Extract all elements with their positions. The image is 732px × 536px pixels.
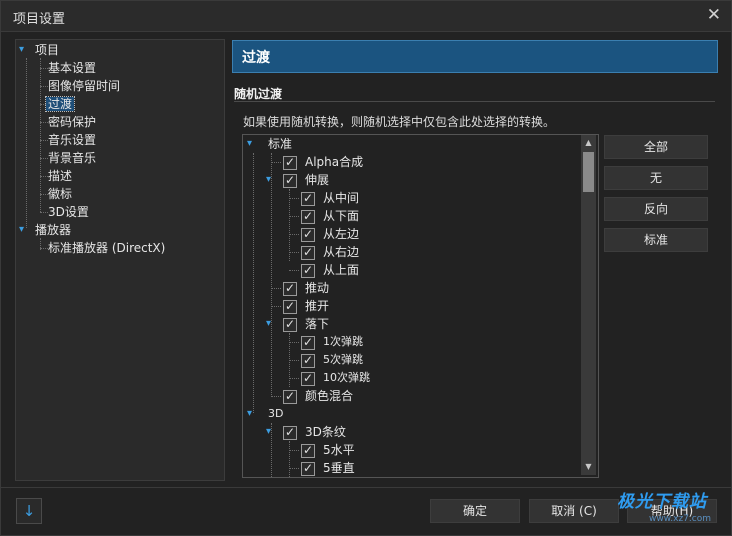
invert-selection-button[interactable]: 反向 — [604, 197, 708, 221]
list-item-from-middle[interactable]: 从中间 — [243, 189, 573, 207]
section-description: 如果使用随机转换，则随机选择中仅包含此处选择的转换。 — [243, 115, 556, 129]
ok-button[interactable]: 确定 — [430, 499, 520, 523]
project-settings-dialog: 项目设置 ✕ ▾ 项目 基本设置 图像停留时间 过渡 密码保护 音乐设置 背景音… — [0, 0, 732, 536]
panel-header: 过渡 — [232, 40, 718, 73]
list-item-5-horizontal[interactable]: 5水平 — [243, 441, 573, 459]
checkbox-checked[interactable] — [283, 171, 297, 189]
checkbox-checked[interactable] — [283, 387, 297, 405]
tree-item-description[interactable]: 描述 — [48, 167, 72, 185]
settings-tree: ▾ 项目 基本设置 图像停留时间 过渡 密码保护 音乐设置 背景音乐 描述 徽标… — [15, 39, 225, 481]
checkbox-checked[interactable] — [283, 423, 297, 441]
tree-root-player-label: 播放器 — [35, 223, 72, 237]
list-item-bounce-1[interactable]: 1次弹跳 — [243, 333, 573, 351]
group-3d-label: 3D — [268, 407, 284, 420]
list-item-5-vertical[interactable]: 5垂直 — [243, 459, 573, 477]
list-item-push[interactable]: 推动 — [243, 279, 573, 297]
list-item-stretch[interactable]: ▾ 伸展 — [243, 171, 573, 189]
tree-item-password[interactable]: 密码保护 — [48, 113, 96, 131]
checkbox-checked[interactable] — [283, 297, 297, 315]
checkbox-checked[interactable] — [283, 279, 297, 297]
list-item-from-top[interactable]: 从上面 — [243, 261, 573, 279]
collapse-icon[interactable]: ▾ — [247, 405, 252, 423]
list-scrollbar[interactable]: ▲ ▼ — [581, 135, 596, 475]
tree-item-transition[interactable]: 过渡 — [44, 95, 76, 113]
collapse-icon[interactable]: ▾ — [19, 41, 24, 59]
collapse-icon[interactable]: ▾ — [19, 221, 24, 239]
checkbox-checked[interactable] — [301, 207, 315, 225]
collapse-icon[interactable]: ▾ — [266, 423, 271, 441]
scrollbar-thumb[interactable] — [583, 152, 594, 192]
list-item-color-blend[interactable]: 颜色混合 — [243, 387, 573, 405]
list-item-push-open[interactable]: 推开 — [243, 297, 573, 315]
tree-item-standard-player[interactable]: 标准播放器 (DirectX) — [48, 239, 165, 257]
checkbox-checked[interactable] — [301, 369, 315, 387]
close-icon[interactable]: ✕ — [707, 5, 721, 25]
tree-item-3d-settings[interactable]: 3D设置 — [48, 203, 89, 221]
list-item-from-bottom[interactable]: 从下面 — [243, 207, 573, 225]
group-standard-label: 标准 — [268, 137, 293, 151]
title-bar: 项目设置 ✕ — [1, 1, 731, 32]
checkbox-checked[interactable] — [301, 243, 315, 261]
select-none-button[interactable]: 无 — [604, 166, 708, 190]
tree-root-project-label: 项目 — [35, 43, 60, 57]
standard-selection-button[interactable]: 标准 — [604, 228, 708, 252]
select-all-button[interactable]: 全部 — [604, 135, 708, 159]
section-title: 随机过渡 — [234, 87, 283, 101]
tree-item-image-duration[interactable]: 图像停留时间 — [48, 77, 120, 95]
list-item-bounce-10[interactable]: 10次弹跳 — [243, 369, 573, 387]
tree-item-music-settings[interactable]: 音乐设置 — [48, 131, 96, 149]
checkbox-checked[interactable] — [283, 153, 297, 171]
checkbox-checked[interactable] — [301, 333, 315, 351]
checkbox-checked[interactable] — [301, 189, 315, 207]
checkbox-checked[interactable] — [301, 441, 315, 459]
scroll-down-icon[interactable]: ▼ — [581, 459, 596, 475]
watermark-url: www.xz7.com — [649, 514, 711, 524]
collapse-icon[interactable]: ▾ — [266, 315, 271, 333]
cancel-button[interactable]: 取消 (C) — [529, 499, 619, 523]
window-title: 项目设置 — [13, 12, 66, 27]
watermark-logo: 极光下载站 — [617, 492, 707, 512]
list-item-drop[interactable]: ▾ 落下 — [243, 315, 573, 333]
list-item-bounce-5[interactable]: 5次弹跳 — [243, 351, 573, 369]
arrow-down-icon[interactable]: ↓ — [16, 498, 42, 524]
collapse-icon[interactable]: ▾ — [266, 171, 271, 189]
transitions-list[interactable]: ▾ 标准 Alpha合成 ▾ 伸展 从中间 从下面 从左边 — [242, 134, 599, 478]
list-item-3d-stripes[interactable]: ▾ 3D条纹 — [243, 423, 573, 441]
checkbox-checked[interactable] — [301, 225, 315, 243]
checkbox-checked[interactable] — [301, 261, 315, 279]
scroll-up-icon[interactable]: ▲ — [581, 135, 596, 151]
list-item-from-right[interactable]: 从右边 — [243, 243, 573, 261]
checkbox-checked[interactable] — [301, 351, 315, 369]
checkbox-checked[interactable] — [283, 315, 297, 333]
section-divider — [234, 101, 715, 102]
list-item-from-left[interactable]: 从左边 — [243, 225, 573, 243]
tree-item-background-music[interactable]: 背景音乐 — [48, 149, 96, 167]
list-item-alpha[interactable]: Alpha合成 — [243, 153, 573, 171]
collapse-icon[interactable]: ▾ — [247, 135, 252, 153]
tree-item-basic[interactable]: 基本设置 — [48, 59, 96, 77]
panel-header-title: 过渡 — [242, 50, 270, 66]
checkbox-checked[interactable] — [301, 459, 315, 477]
tree-item-logo[interactable]: 徽标 — [48, 185, 72, 203]
